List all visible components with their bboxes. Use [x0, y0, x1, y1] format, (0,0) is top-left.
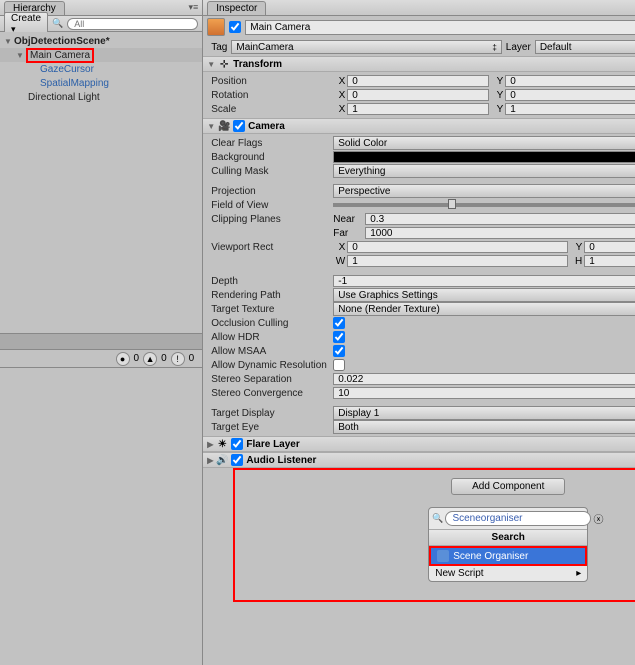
transform-icon: ⊹	[218, 58, 230, 70]
camera-component-header[interactable]: ▼ 🎥 Camera	[203, 118, 635, 134]
audio-listener-component-header[interactable]: ▶ 🔊 Audio Listener	[203, 452, 635, 468]
item-label: Main Camera	[30, 50, 90, 61]
scene-name: ObjDetectionScene*	[14, 36, 110, 47]
gameobject-name-input[interactable]	[245, 20, 635, 35]
search-result-scene-organiser[interactable]: Scene Organiser	[429, 546, 587, 566]
collapse-icon[interactable]: ▶	[207, 440, 213, 449]
far-input[interactable]	[365, 227, 635, 239]
hierarchy-search-input[interactable]	[67, 18, 198, 30]
fov-slider[interactable]	[333, 203, 635, 207]
camera-icon: 🎥	[218, 120, 230, 132]
projection-dropdown[interactable]: Perspective‡	[333, 184, 635, 198]
camera-enabled-checkbox[interactable]	[233, 120, 245, 132]
clear-search-icon[interactable]: ⓧ	[593, 511, 603, 526]
status-bar: ●0 ▲0 !0	[0, 349, 202, 367]
gameobject-active-checkbox[interactable]	[229, 21, 241, 33]
hierarchy-item-directional-light[interactable]: Directional Light	[0, 90, 202, 104]
add-component-highlight: Add Component 🔍 ⓧ Search Scene Organiser…	[233, 468, 635, 602]
transform-component-header[interactable]: ▼ ⊹ Transform	[203, 56, 635, 72]
dynres-checkbox[interactable]	[333, 359, 345, 371]
gameobject-icon[interactable]	[207, 18, 225, 36]
background-color-swatch[interactable]	[333, 151, 635, 163]
viewport-w-input[interactable]	[347, 255, 568, 267]
near-input[interactable]	[365, 213, 635, 225]
msaa-checkbox[interactable]	[333, 345, 345, 357]
search-result-new-script[interactable]: New Script ▸	[429, 566, 587, 581]
position-label: Position	[211, 76, 333, 87]
script-icon	[437, 550, 449, 562]
add-component-button[interactable]: Add Component	[451, 478, 565, 495]
pos-x-input[interactable]	[347, 75, 489, 87]
audio-icon: 🔊	[216, 454, 228, 466]
layer-dropdown[interactable]: Default‡	[535, 40, 635, 54]
audio-enabled-checkbox[interactable]	[231, 454, 243, 466]
target-texture-field[interactable]: None (Render Texture)⊙	[333, 302, 635, 316]
collapse-icon[interactable]: ▼	[207, 122, 215, 131]
popup-section-title: Search	[429, 529, 587, 546]
chevron-right-icon: ▸	[576, 568, 581, 579]
search-icon: 🔍	[432, 513, 443, 524]
flare-layer-component-header[interactable]: ▶ ☀ Flare Layer	[203, 436, 635, 452]
inspector-tab[interactable]: Inspector	[207, 1, 266, 15]
stereo-sep-input[interactable]	[333, 373, 635, 385]
item-label: GazeCursor	[40, 64, 94, 75]
tag-label: Tag	[211, 42, 227, 53]
hdr-checkbox[interactable]	[333, 331, 345, 343]
tag-dropdown[interactable]: MainCamera‡	[231, 40, 501, 54]
hierarchy-tree[interactable]: ▼ ObjDetectionScene* ▼ Main Camera GazeC…	[0, 32, 202, 333]
inspector-tab-bar: Inspector 🔒 ▾≡	[203, 0, 635, 16]
rotation-label: Rotation	[211, 90, 333, 101]
panel-resize-bar[interactable]	[0, 333, 202, 349]
scene-row[interactable]: ▼ ObjDetectionScene*	[0, 34, 202, 48]
rendering-path-dropdown[interactable]: Use Graphics Settings‡	[333, 288, 635, 302]
viewport-y-input[interactable]	[584, 241, 635, 253]
hierarchy-item-spatialmapping[interactable]: SpatialMapping	[0, 76, 202, 90]
viewport-x-input[interactable]	[347, 241, 568, 253]
rot-y-input[interactable]	[505, 89, 635, 101]
add-component-popup: 🔍 ⓧ Search Scene Organiser New Script ▸	[428, 507, 588, 582]
stereo-conv-input[interactable]	[333, 387, 635, 399]
scale-label: Scale	[211, 104, 333, 115]
lower-panel	[0, 367, 202, 665]
target-eye-dropdown[interactable]: Both‡	[333, 420, 635, 434]
viewport-h-input[interactable]	[584, 255, 635, 267]
search-icon: 🔍	[52, 18, 63, 29]
collapse-icon[interactable]: ▶	[207, 456, 213, 465]
flare-icon: ☀	[216, 438, 228, 450]
depth-input[interactable]	[333, 275, 635, 287]
occlusion-checkbox[interactable]	[333, 317, 345, 329]
status-info-icon[interactable]: ●	[116, 352, 130, 366]
panel-options-icon[interactable]: ▾≡	[188, 2, 198, 13]
target-display-dropdown[interactable]: Display 1‡	[333, 406, 635, 420]
flare-enabled-checkbox[interactable]	[231, 438, 243, 450]
clear-flags-dropdown[interactable]: Solid Color‡	[333, 136, 635, 150]
collapse-icon[interactable]: ▼	[207, 60, 215, 69]
item-label: Directional Light	[28, 92, 100, 103]
status-warn-icon[interactable]: ▲	[143, 352, 157, 366]
scale-x-input[interactable]	[347, 103, 489, 115]
hierarchy-item-main-camera[interactable]: ▼ Main Camera	[0, 48, 202, 62]
gameobject-header: Static ▼	[203, 16, 635, 38]
layer-label: Layer	[506, 42, 531, 53]
item-label: SpatialMapping	[40, 78, 109, 89]
component-search-input[interactable]	[445, 511, 591, 526]
expand-icon[interactable]: ▼	[4, 37, 14, 46]
culling-mask-dropdown[interactable]: Everything‡	[333, 164, 635, 178]
status-error-icon[interactable]: !	[171, 352, 185, 366]
hierarchy-toolbar: Create ▾ 🔍	[0, 16, 202, 32]
scale-y-input[interactable]	[505, 103, 635, 115]
expand-icon[interactable]: ▼	[16, 51, 26, 60]
rot-x-input[interactable]	[347, 89, 489, 101]
hierarchy-item-gazecursor[interactable]: GazeCursor	[0, 62, 202, 76]
pos-y-input[interactable]	[505, 75, 635, 87]
